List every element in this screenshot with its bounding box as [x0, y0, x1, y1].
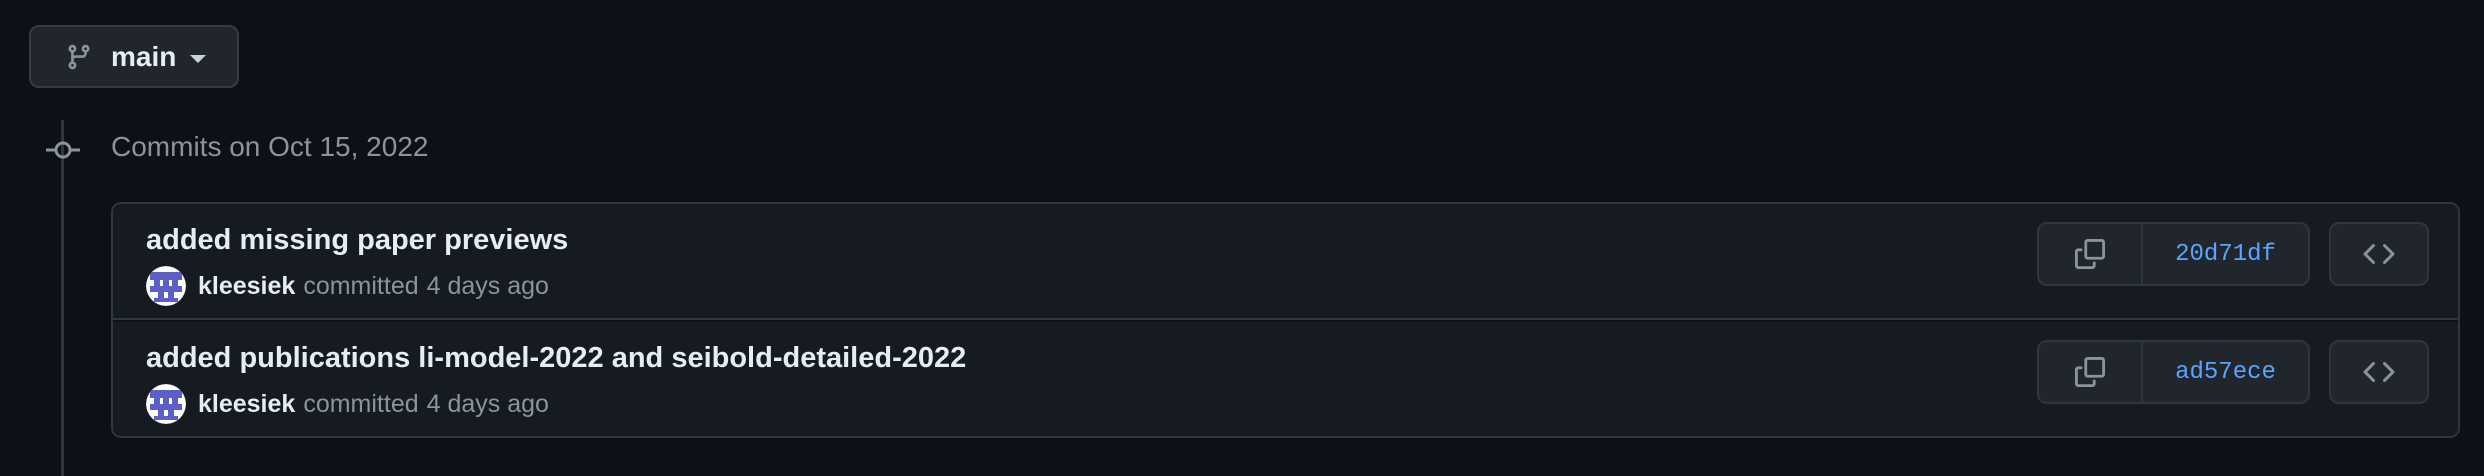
browse-repo-button[interactable]	[2329, 222, 2429, 286]
timeline-line	[61, 120, 64, 476]
copy-sha-button[interactable]	[2039, 342, 2143, 402]
commit-sha-link[interactable]: ad57ece	[2143, 342, 2308, 402]
code-icon	[2363, 361, 2395, 383]
copy-sha-button[interactable]	[2039, 224, 2143, 284]
git-commit-icon	[46, 141, 80, 159]
commit-sha-group: 20d71df	[2037, 222, 2310, 286]
commit-row: added publications li-model-2022 and sei…	[113, 322, 2458, 436]
commit-title-link[interactable]: added missing paper previews	[146, 224, 568, 257]
code-icon	[2363, 243, 2395, 265]
commit-group-header: Commits on Oct 15, 2022	[111, 131, 429, 162]
commit-action-text: committed	[303, 389, 419, 418]
commit-author-link[interactable]: kleesiek	[198, 390, 295, 419]
commit-list: added missing paper previews kleesiek co…	[111, 202, 2460, 438]
commit-sha-group: ad57ece	[2037, 340, 2310, 404]
commit-title-link[interactable]: added publications li-model-2022 and sei…	[146, 342, 966, 375]
commit-time: 4 days ago	[426, 389, 549, 418]
commit-meta: kleesiek committed 4 days ago	[146, 384, 549, 424]
commit-sha-link[interactable]: 20d71df	[2143, 224, 2308, 284]
commit-row: added missing paper previews kleesiek co…	[113, 204, 2458, 320]
branch-name: main	[111, 40, 177, 72]
branch-selector-button[interactable]: main	[29, 25, 239, 88]
commit-author-link[interactable]: kleesiek	[198, 272, 295, 301]
copy-icon	[2075, 239, 2105, 269]
commit-action-text: committed	[303, 271, 419, 300]
commits-page: main Commits on Oct 15, 2022 added missi…	[0, 0, 2484, 476]
avatar[interactable]	[146, 384, 186, 424]
avatar[interactable]	[146, 266, 186, 306]
copy-icon	[2075, 357, 2105, 387]
browse-repo-button[interactable]	[2329, 340, 2429, 404]
commit-meta: kleesiek committed 4 days ago	[146, 266, 549, 306]
git-branch-icon	[68, 44, 90, 69]
commit-time: 4 days ago	[426, 271, 549, 300]
chevron-down-icon	[190, 54, 207, 63]
